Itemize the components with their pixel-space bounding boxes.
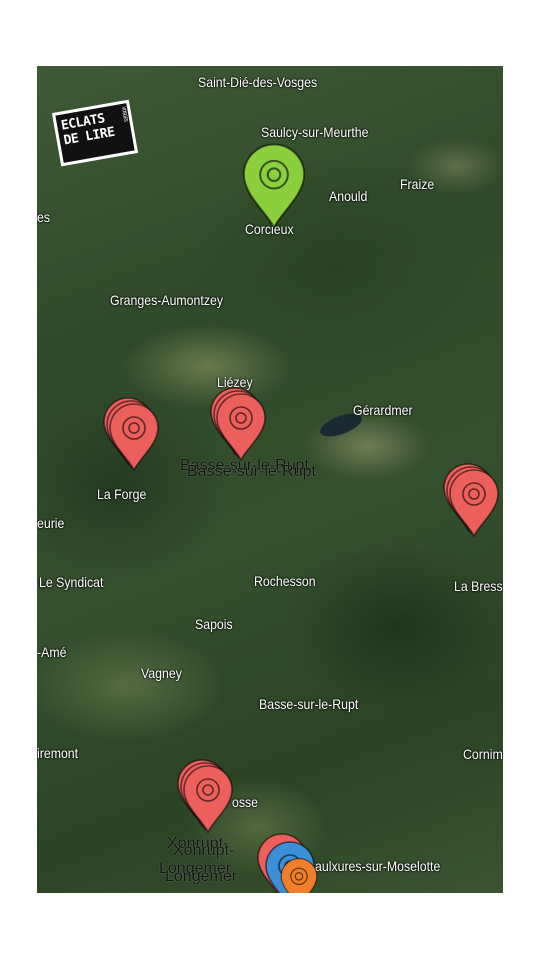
pin-body bbox=[183, 765, 233, 834]
place-label-iremont: iremont bbox=[37, 745, 79, 761]
place-label-saulcy: Saulcy-sur-Meurthe bbox=[261, 124, 369, 140]
pin-body bbox=[449, 469, 499, 538]
pin-shape bbox=[443, 463, 499, 538]
pin-layer bbox=[280, 857, 318, 893]
pin-layer bbox=[216, 393, 266, 462]
map-marker-la-forge-stack[interactable] bbox=[103, 397, 161, 472]
pin-shape bbox=[177, 759, 233, 834]
place-label-vagney: Vagney bbox=[141, 665, 182, 681]
pin-layer bbox=[242, 143, 306, 230]
place-label-fraize: Fraize bbox=[400, 176, 435, 192]
place-label-osse: osse bbox=[232, 794, 259, 810]
place-label-eurie: eurie bbox=[37, 515, 65, 531]
place-label-anould: Anould bbox=[329, 188, 368, 204]
pin-body bbox=[109, 403, 159, 472]
pin-body bbox=[216, 393, 266, 462]
place-label-granges: Granges-Aumontzey bbox=[110, 292, 223, 308]
map-view[interactable]: Saint-Dié-des-Vosges Saulcy-sur-Meurthe … bbox=[37, 66, 503, 893]
pin-body bbox=[280, 857, 318, 893]
place-label-rochesson: Rochesson bbox=[254, 573, 316, 589]
pin-shape bbox=[280, 857, 318, 893]
marker-label-longemer-shadow: Longemer bbox=[165, 868, 238, 885]
place-label-la-bresse: La Bress bbox=[454, 578, 503, 594]
place-label-gerardmer: Gérardmer bbox=[353, 402, 413, 418]
map-marker-green[interactable] bbox=[239, 142, 309, 230]
pin-shape bbox=[210, 387, 266, 462]
place-label-le-syndicat: Le Syndicat bbox=[39, 574, 104, 590]
place-label-cornim: Cornim bbox=[463, 746, 503, 762]
eclats-de-lire-logo: ECLATS DE LIRE VOSGES bbox=[51, 99, 139, 167]
place-label-la-forge: La Forge bbox=[97, 486, 147, 502]
marker-label-basse-shadow: Basse-sur-le-Rupt bbox=[187, 463, 316, 480]
place-label-basse-sur-le-rupt: Basse-sur-le-Rupt bbox=[259, 696, 359, 712]
pin-body bbox=[242, 143, 306, 230]
pin-layer bbox=[449, 469, 499, 538]
map-marker-basse-stack[interactable] bbox=[210, 387, 268, 462]
place-label-ame: -Amé bbox=[37, 644, 67, 660]
map-marker-la-bresse-stack[interactable] bbox=[443, 463, 501, 538]
pin-layer bbox=[109, 403, 159, 472]
map-marker-xonrupt-stack[interactable] bbox=[177, 759, 235, 834]
pin-layer bbox=[183, 765, 233, 834]
map-marker-longemer-orange[interactable] bbox=[279, 857, 319, 893]
place-label-es: es bbox=[37, 209, 51, 225]
place-label-sapois: Sapois bbox=[195, 616, 233, 632]
place-label-saulxures: aulxures-sur-Moselotte bbox=[315, 858, 441, 874]
marker-label-xonrupt-shadow: Xonrupt- bbox=[173, 842, 235, 859]
pin-shape bbox=[242, 143, 306, 230]
pin-shape bbox=[103, 397, 159, 472]
place-label-saint-die: Saint-Dié-des-Vosges bbox=[198, 74, 318, 90]
